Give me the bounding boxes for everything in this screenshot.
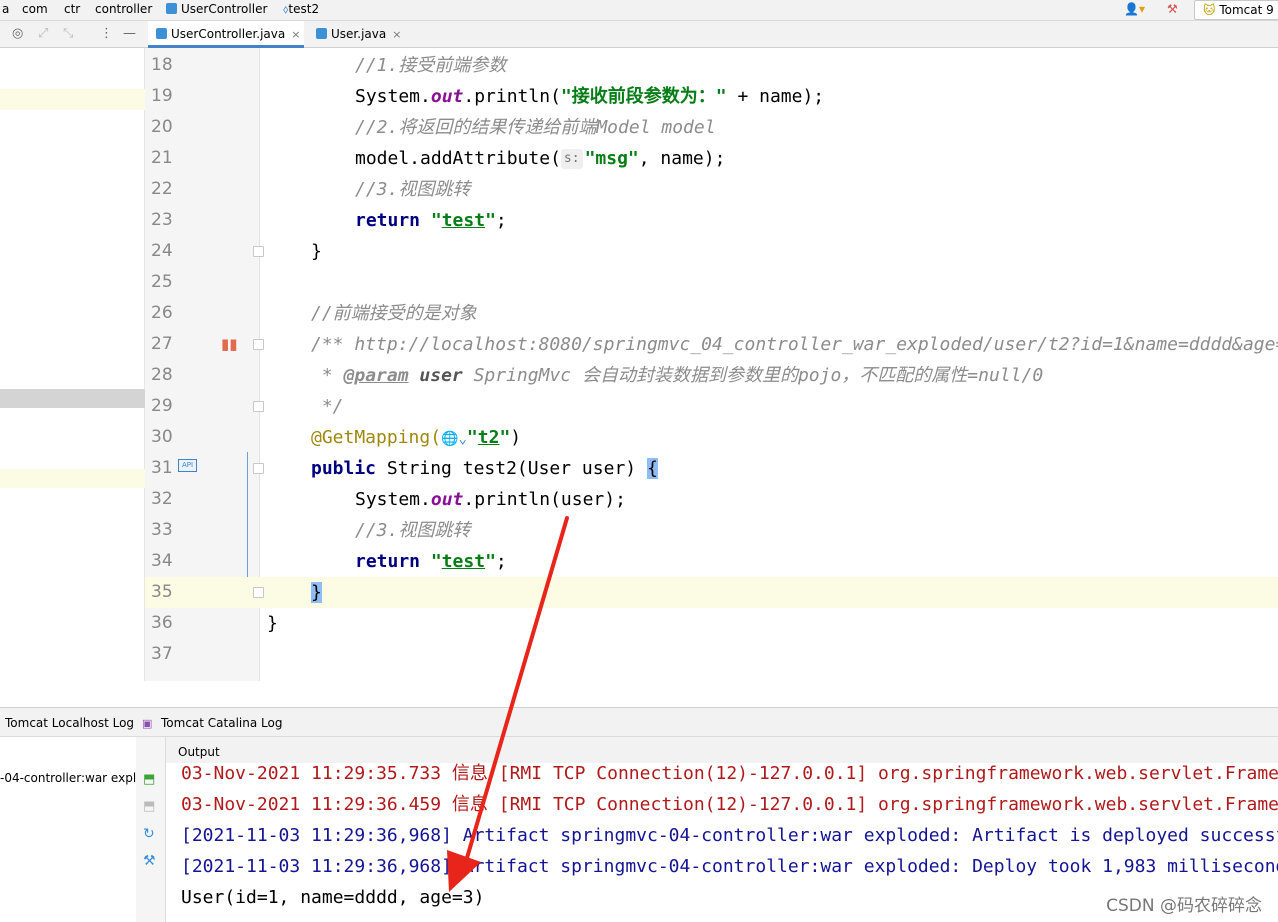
line-number: 30 [151,427,173,447]
breadcrumb-item[interactable]: a [2,2,9,16]
code-line: model.addAttribute(s: "msg", name); [355,148,726,169]
code-line: public String test2(User user) { [311,458,658,479]
minimize-icon[interactable]: — [123,26,136,41]
services-panel: Tomcat Localhost Log ▣ Tomcat Catalina L… [0,681,1278,922]
breadcrumb-item-class[interactable]: UserController [166,2,267,16]
code-line: @GetMapping(🌐⌄"t2") [311,427,522,448]
tab-usercontroller[interactable]: UserController.java × [148,21,304,48]
output-header: Output [166,737,1278,763]
refresh-icon[interactable]: ↻ [143,826,155,842]
tomcat-icon: 🐱 [1203,3,1220,17]
deploy-icon[interactable]: ⬒ [143,772,155,787]
fold-marker[interactable] [253,401,264,412]
line-number: 22 [151,179,173,199]
output-label: Output [178,745,220,759]
close-icon[interactable]: × [392,28,401,41]
line-number: 21 [151,148,173,168]
code-line: System.out.println("接收前段参数为：" + name); [355,86,825,107]
parameter-hint: s: [560,149,583,169]
code-line: return "test"; [355,551,507,572]
book-icon[interactable]: ▮▮ [221,329,238,360]
line-number: 28 [151,365,173,385]
line-number: 20 [151,117,173,137]
code-line: } [311,582,322,603]
more-options-icon[interactable]: ⋮ [100,26,113,41]
tab-tomcat-catalina-log[interactable]: Tomcat Catalina Log [161,716,282,730]
class-icon [166,3,177,14]
collapse-icon[interactable]: ⤡ [63,26,73,41]
code-line: System.out.println(user); [355,489,626,510]
code-line: } [267,613,278,634]
line-number: 25 [151,272,173,292]
user-icon[interactable]: 👤▾ [1124,2,1145,16]
console-line: [2021-11-03 11:29:36,968] Artifact sprin… [181,856,1278,877]
expand-icon[interactable]: ⤢ [38,26,48,41]
build-hammer-icon[interactable]: ⚒ [1167,2,1178,16]
run-config-select[interactable]: 🐱 Tomcat 9 [1194,0,1278,20]
code-line: //1.接受前端参数 [355,55,507,76]
line-number: 32 [151,489,173,509]
watermark: CSDN @码农碎碎念 [1106,896,1262,916]
selected-structure-item[interactable] [0,389,145,408]
line-number: 27 [151,334,173,354]
deployment-tree[interactable]: -04-controller:war exploded [0,737,136,922]
fold-marker[interactable] [253,339,264,350]
line-number: 26 [151,303,173,323]
globe-icon[interactable]: 🌐⌄ [441,431,467,447]
line-number: 33 [151,520,173,540]
undeploy-icon[interactable]: ⬒ [143,799,155,814]
api-endpoint-icon[interactable]: API [178,459,197,472]
line-number: 18 [151,55,173,75]
fold-marker[interactable] [253,587,264,598]
line-number: 34 [151,551,173,571]
code-editor[interactable]: 18 //1.接受前端参数 19 System.out.println("接收前段参… [145,48,1278,681]
console-line: User(id=1, name=dddd, age=3) [181,887,485,908]
navigation-bar: a com ctr controller UserController ⬨tes… [0,0,1278,21]
structure-panel[interactable] [0,48,145,681]
log-tab-bar: Tomcat Localhost Log ▣ Tomcat Catalina L… [0,707,1278,737]
breadcrumb-item[interactable]: controller [95,2,152,16]
breadcrumb-item[interactable]: com [22,2,48,16]
line-number: 35 [151,582,173,602]
deployment-item[interactable]: -04-controller:war exploded [0,771,136,785]
console-line: 03-Nov-2021 11:29:36.459 信息 [RMI TCP Con… [181,794,1278,815]
code-line: * @param user SpringMvc 会自动封装数据到参数里的pojo… [311,365,1044,386]
code-line: //3.视图跳转 [355,179,471,200]
code-line: //2.将返回的结果传递给前端Model model [355,117,716,138]
line-number: 24 [151,241,173,261]
current-line-marker [0,89,145,110]
breadcrumb-item[interactable]: ctr [64,2,80,16]
code-line: } [311,241,322,262]
console-line: 03-Nov-2021 11:29:35.733 信息 [RMI TCP Con… [181,763,1278,784]
line-number: 31 [151,458,173,478]
code-line: return "test"; [355,210,507,231]
target-icon[interactable]: ◎ [12,26,23,41]
deployment-actions-toolbar: ⬒ ⬒ ↻ ⚒ [136,737,166,922]
code-line: //前端接受的是对象 [311,303,477,324]
line-number: 37 [151,644,173,664]
fold-marker[interactable] [253,463,264,474]
code-line: */ [311,396,344,417]
close-icon[interactable]: × [291,28,300,41]
class-icon [316,28,327,39]
fold-marker[interactable] [253,246,264,257]
code-line: /** http://localhost:8080/springmvc_04_c… [311,334,1278,355]
line-number: 19 [151,86,173,106]
line-number: 36 [151,613,173,633]
tab-tomcat-localhost-log[interactable]: Tomcat Localhost Log [5,716,134,730]
code-line: //3.视图跳转 [355,520,471,541]
line-number: 29 [151,396,173,416]
breadcrumb-item-method[interactable]: ⬨test2 [283,2,319,17]
class-icon [156,28,167,39]
tab-user[interactable]: User.java × [308,21,408,48]
current-line-marker [0,469,145,488]
line-number: 23 [151,210,173,230]
terminal-icon: ▣ [142,717,153,730]
console-line: [2021-11-03 11:29:36,968] Artifact sprin… [181,825,1278,846]
build-icon[interactable]: ⚒ [143,853,156,869]
editor-tab-bar: ◎ ⤢ ⤡ ⋮ — UserController.java × User.java… [0,21,1278,48]
